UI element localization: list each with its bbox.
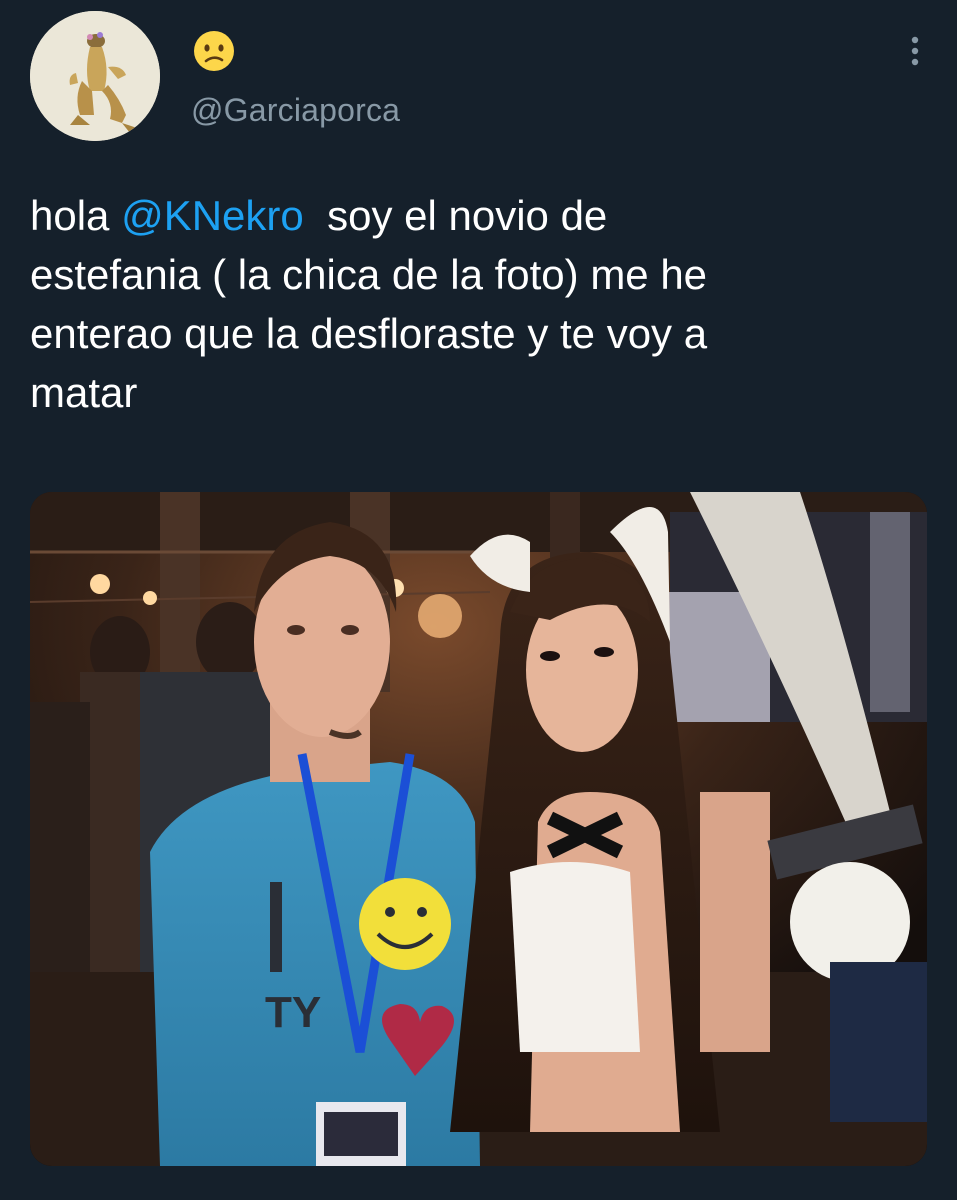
- more-options-button[interactable]: [903, 34, 927, 70]
- display-name-emoji[interactable]: [193, 30, 235, 72]
- user-handle[interactable]: @Garciaporca: [191, 92, 400, 129]
- tweet-text-start: hola: [30, 192, 122, 239]
- avatar-image: [30, 11, 160, 141]
- photo-image: TY: [30, 492, 927, 1166]
- avatar[interactable]: [30, 11, 160, 141]
- svg-text:TY: TY: [265, 988, 321, 1037]
- confused-face-icon: [194, 31, 234, 71]
- mention-link[interactable]: @KNekro: [121, 192, 304, 239]
- more-vertical-icon: [911, 36, 919, 66]
- tweet: @Garciaporca hola @KNekro soy el novio d…: [0, 0, 957, 1200]
- tweet-text: hola @KNekro soy el novio de estefania (…: [30, 186, 930, 422]
- tweet-photo[interactable]: TY: [30, 492, 927, 1166]
